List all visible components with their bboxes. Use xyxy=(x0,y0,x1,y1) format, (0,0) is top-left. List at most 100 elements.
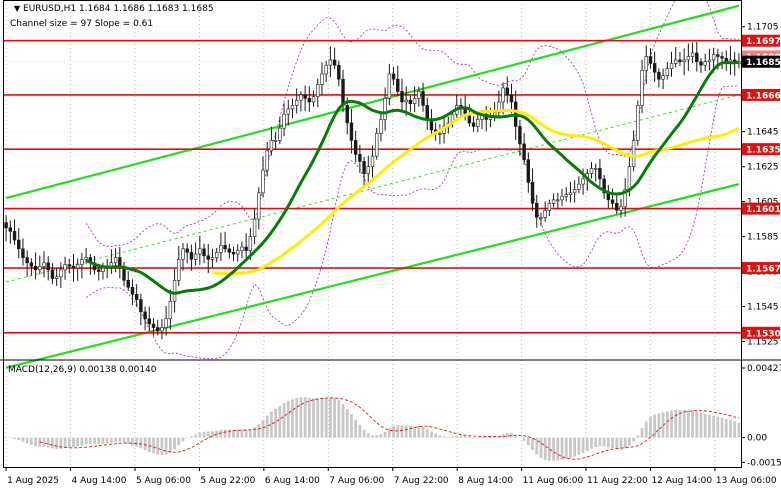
macd-bar xyxy=(152,437,155,454)
macd-bar xyxy=(316,398,320,438)
macd-bar xyxy=(526,437,530,445)
macd-bar xyxy=(383,431,387,438)
level-flag-label: 1.1697 xyxy=(746,37,781,47)
macd-bar xyxy=(282,403,286,438)
macd-bar xyxy=(25,437,29,444)
macd-bar xyxy=(695,411,699,438)
macd-bar xyxy=(467,436,471,438)
candle-body xyxy=(421,91,425,106)
time-tick-label: 5 Aug 22:00 xyxy=(200,476,255,486)
macd-bar xyxy=(345,408,349,438)
macd-bar xyxy=(442,436,446,438)
macd-bar xyxy=(674,409,678,438)
candle-body xyxy=(54,276,59,279)
candle-body xyxy=(400,91,404,103)
macd-bar xyxy=(147,437,151,452)
candle-body xyxy=(560,196,564,201)
macd-bar xyxy=(88,437,92,444)
time-tick-label: 13 Aug 06:00 xyxy=(716,476,777,486)
macd-bar xyxy=(236,429,240,438)
candle-body xyxy=(476,119,480,127)
candle-body xyxy=(610,199,615,204)
candle-body xyxy=(63,264,67,271)
candle-body xyxy=(156,327,160,332)
candle-body xyxy=(627,166,632,190)
price-tick-label: 1.1545 xyxy=(747,303,779,313)
candle-body xyxy=(164,318,168,328)
macd-bar xyxy=(615,437,619,449)
candle-body xyxy=(214,252,219,258)
macd-bar xyxy=(400,425,404,438)
macd-bar xyxy=(206,431,210,438)
macd-bar xyxy=(379,434,383,438)
macd-bar xyxy=(472,437,475,438)
candle-body xyxy=(240,246,244,251)
macd-bar xyxy=(337,400,341,438)
time-tick-label: 1 Aug 2025 xyxy=(7,476,59,486)
macd-bar xyxy=(341,404,345,438)
candle-body xyxy=(657,71,661,80)
macd-bar xyxy=(286,400,290,438)
candle-body xyxy=(358,154,362,162)
candle-body xyxy=(577,183,581,190)
macd-bar xyxy=(354,419,358,438)
candle-body xyxy=(669,63,674,70)
macd-bar xyxy=(29,437,33,445)
candle-body xyxy=(408,99,413,104)
candle-body xyxy=(122,267,126,281)
macd-bar xyxy=(371,435,374,438)
candle-body xyxy=(366,166,370,174)
macd-bar xyxy=(261,420,265,438)
candle-body xyxy=(572,189,577,194)
candle-body xyxy=(707,59,712,63)
macd-bar xyxy=(181,437,185,442)
candle-body xyxy=(231,252,236,255)
chart-menu-icon[interactable]: ▼ xyxy=(14,4,20,13)
candle-body xyxy=(690,52,695,57)
macd-bar xyxy=(17,437,21,441)
macd-bar xyxy=(729,420,732,438)
macd-bar xyxy=(118,437,122,442)
candle-body xyxy=(341,78,345,106)
candle-body xyxy=(543,210,547,218)
macd-bar xyxy=(708,415,711,438)
candle-body xyxy=(362,161,366,174)
macd-bar xyxy=(425,429,429,438)
macd-bar xyxy=(333,398,336,438)
candle-body xyxy=(636,105,640,141)
macd-bar xyxy=(417,426,421,438)
candle-body xyxy=(535,203,539,218)
current-price-flag-label: 1.1685 xyxy=(746,58,781,68)
eurusd-h1-chart[interactable]: 1.17051.16851.16651.16451.16251.16051.15… xyxy=(0,0,781,489)
macd-bar xyxy=(67,437,71,448)
macd-bar xyxy=(122,437,126,443)
candle-body xyxy=(206,255,210,260)
macd-bar xyxy=(173,437,176,450)
macd-bar xyxy=(438,435,442,438)
candle-body xyxy=(261,169,265,194)
candle-body xyxy=(177,259,181,281)
candle-body xyxy=(396,78,400,92)
candle-body xyxy=(168,300,173,320)
macd-bar xyxy=(46,437,50,448)
candle-body xyxy=(417,91,421,99)
candle-body xyxy=(644,56,648,71)
macd-bar xyxy=(392,425,395,438)
macd-bar xyxy=(682,409,686,438)
candle-body xyxy=(17,239,21,250)
candle-body xyxy=(151,323,156,328)
macd-bar xyxy=(320,398,324,438)
candle-body xyxy=(370,155,375,167)
candle-body xyxy=(147,318,151,325)
macd-bar xyxy=(518,437,522,438)
candle-body xyxy=(172,280,177,302)
macd-bar xyxy=(202,431,206,438)
candle-body xyxy=(126,280,130,288)
candle-body xyxy=(290,105,295,110)
macd-bar xyxy=(270,411,273,438)
candle-body xyxy=(353,140,358,155)
candle-body xyxy=(236,250,240,255)
macd-bar xyxy=(93,437,96,444)
candle-body xyxy=(391,73,396,80)
candle-body xyxy=(143,311,147,320)
